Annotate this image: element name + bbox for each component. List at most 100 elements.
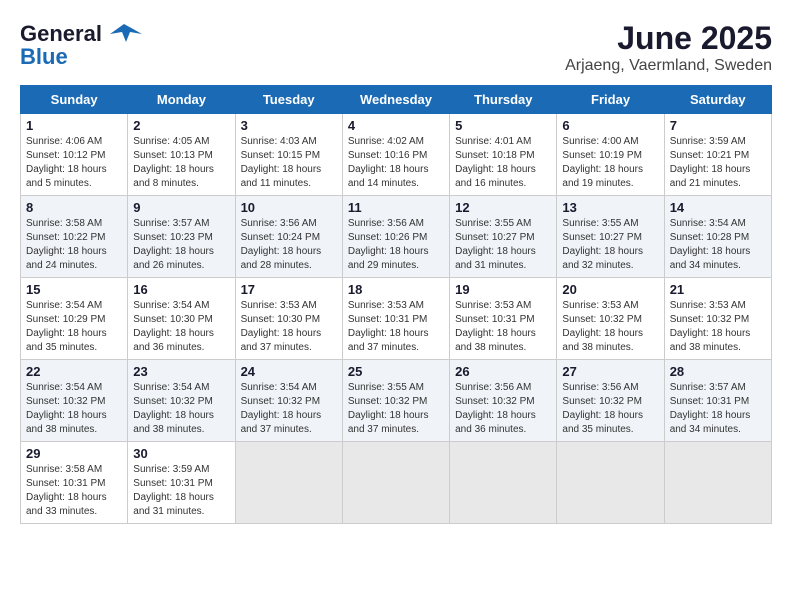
calendar-cell: 17 Sunrise: 3:53 AMSunset: 10:30 PMDaylig…: [235, 278, 342, 360]
day-number: 9: [133, 200, 229, 215]
day-number: 8: [26, 200, 122, 215]
calendar-table: SundayMondayTuesdayWednesdayThursdayFrid…: [20, 85, 772, 524]
day-header-sunday: Sunday: [21, 86, 128, 114]
month-year-title: June 2025: [565, 20, 772, 57]
day-number: 14: [670, 200, 766, 215]
calendar-cell: [557, 442, 664, 524]
calendar-week-row: 22 Sunrise: 3:54 AMSunset: 10:32 PMDaylig…: [21, 360, 772, 442]
day-number: 30: [133, 446, 229, 461]
day-detail: Sunrise: 3:56 AMSunset: 10:32 PMDaylight…: [455, 381, 551, 437]
calendar-cell: 30 Sunrise: 3:59 AMSunset: 10:31 PMDaylig…: [128, 442, 235, 524]
calendar-cell: 4 Sunrise: 4:02 AMSunset: 10:16 PMDayligh…: [342, 114, 449, 196]
logo-bird-icon: [106, 20, 142, 48]
day-header-wednesday: Wednesday: [342, 86, 449, 114]
calendar-cell: 11 Sunrise: 3:56 AMSunset: 10:26 PMDaylig…: [342, 196, 449, 278]
day-detail: Sunrise: 3:56 AMSunset: 10:32 PMDaylight…: [562, 381, 658, 437]
calendar-cell: [235, 442, 342, 524]
calendar-week-row: 29 Sunrise: 3:58 AMSunset: 10:31 PMDaylig…: [21, 442, 772, 524]
day-detail: Sunrise: 4:06 AMSunset: 10:12 PMDaylight…: [26, 135, 122, 191]
calendar-cell: 6 Sunrise: 4:00 AMSunset: 10:19 PMDayligh…: [557, 114, 664, 196]
calendar-cell: 24 Sunrise: 3:54 AMSunset: 10:32 PMDaylig…: [235, 360, 342, 442]
day-detail: Sunrise: 3:53 AMSunset: 10:32 PMDaylight…: [562, 299, 658, 355]
day-header-thursday: Thursday: [450, 86, 557, 114]
day-detail: Sunrise: 3:59 AMSunset: 10:31 PMDaylight…: [133, 463, 229, 519]
day-number: 6: [562, 118, 658, 133]
calendar-cell: 25 Sunrise: 3:55 AMSunset: 10:32 PMDaylig…: [342, 360, 449, 442]
day-header-monday: Monday: [128, 86, 235, 114]
logo-blue-text: Blue: [20, 44, 68, 70]
calendar-cell: 7Sunrise: 3:59 AMSunset: 10:21 PMDayligh…: [664, 114, 771, 196]
day-detail: Sunrise: 3:54 AMSunset: 10:28 PMDaylight…: [670, 217, 766, 273]
day-detail: Sunrise: 3:54 AMSunset: 10:32 PMDaylight…: [133, 381, 229, 437]
day-number: 15: [26, 282, 122, 297]
day-detail: Sunrise: 3:53 AMSunset: 10:30 PMDaylight…: [241, 299, 337, 355]
day-number: 11: [348, 200, 444, 215]
calendar-cell: 15Sunrise: 3:54 AMSunset: 10:29 PMDaylig…: [21, 278, 128, 360]
day-header-saturday: Saturday: [664, 86, 771, 114]
calendar-cell: 27 Sunrise: 3:56 AMSunset: 10:32 PMDaylig…: [557, 360, 664, 442]
calendar-cell: 9 Sunrise: 3:57 AMSunset: 10:23 PMDayligh…: [128, 196, 235, 278]
day-number: 28: [670, 364, 766, 379]
calendar-cell: 23 Sunrise: 3:54 AMSunset: 10:32 PMDaylig…: [128, 360, 235, 442]
day-detail: Sunrise: 3:57 AMSunset: 10:23 PMDaylight…: [133, 217, 229, 273]
calendar-cell: [342, 442, 449, 524]
day-detail: Sunrise: 3:56 AMSunset: 10:26 PMDaylight…: [348, 217, 444, 273]
calendar-cell: 20 Sunrise: 3:53 AMSunset: 10:32 PMDaylig…: [557, 278, 664, 360]
day-detail: Sunrise: 3:54 AMSunset: 10:32 PMDaylight…: [26, 381, 122, 437]
day-header-tuesday: Tuesday: [235, 86, 342, 114]
calendar-cell: 1 Sunrise: 4:06 AMSunset: 10:12 PMDayligh…: [21, 114, 128, 196]
day-number: 3: [241, 118, 337, 133]
title-block: June 2025 Arjaeng, Vaermland, Sweden: [565, 20, 772, 75]
calendar-week-row: 8 Sunrise: 3:58 AMSunset: 10:22 PMDayligh…: [21, 196, 772, 278]
day-detail: Sunrise: 3:55 AMSunset: 10:32 PMDaylight…: [348, 381, 444, 437]
calendar-week-row: 1 Sunrise: 4:06 AMSunset: 10:12 PMDayligh…: [21, 114, 772, 196]
calendar-cell: 5 Sunrise: 4:01 AMSunset: 10:18 PMDayligh…: [450, 114, 557, 196]
day-detail: Sunrise: 4:02 AMSunset: 10:16 PMDaylight…: [348, 135, 444, 191]
day-detail: Sunrise: 3:53 AMSunset: 10:32 PMDaylight…: [670, 299, 766, 355]
day-number: 5: [455, 118, 551, 133]
calendar-cell: 2Sunrise: 4:05 AMSunset: 10:13 PMDayligh…: [128, 114, 235, 196]
day-number: 16: [133, 282, 229, 297]
day-detail: Sunrise: 3:58 AMSunset: 10:22 PMDaylight…: [26, 217, 122, 273]
day-number: 21: [670, 282, 766, 297]
calendar-cell: 16 Sunrise: 3:54 AMSunset: 10:30 PMDaylig…: [128, 278, 235, 360]
calendar-cell: 19Sunrise: 3:53 AMSunset: 10:31 PMDaylig…: [450, 278, 557, 360]
day-detail: Sunrise: 3:53 AMSunset: 10:31 PMDaylight…: [348, 299, 444, 355]
calendar-cell: 8 Sunrise: 3:58 AMSunset: 10:22 PMDayligh…: [21, 196, 128, 278]
day-number: 22: [26, 364, 122, 379]
calendar-cell: [664, 442, 771, 524]
calendar-cell: 13Sunrise: 3:55 AMSunset: 10:27 PMDaylig…: [557, 196, 664, 278]
day-detail: Sunrise: 4:01 AMSunset: 10:18 PMDaylight…: [455, 135, 551, 191]
day-number: 4: [348, 118, 444, 133]
day-number: 19: [455, 282, 551, 297]
day-detail: Sunrise: 4:00 AMSunset: 10:19 PMDaylight…: [562, 135, 658, 191]
calendar-cell: 12Sunrise: 3:55 AMSunset: 10:27 PMDaylig…: [450, 196, 557, 278]
calendar-cell: 26 Sunrise: 3:56 AMSunset: 10:32 PMDaylig…: [450, 360, 557, 442]
day-number: 17: [241, 282, 337, 297]
day-number: 2: [133, 118, 229, 133]
day-detail: Sunrise: 4:03 AMSunset: 10:15 PMDaylight…: [241, 135, 337, 191]
day-number: 26: [455, 364, 551, 379]
day-number: 13: [562, 200, 658, 215]
calendar-cell: 22 Sunrise: 3:54 AMSunset: 10:32 PMDaylig…: [21, 360, 128, 442]
day-number: 27: [562, 364, 658, 379]
day-number: 20: [562, 282, 658, 297]
calendar-header-row: SundayMondayTuesdayWednesdayThursdayFrid…: [21, 86, 772, 114]
day-detail: Sunrise: 3:57 AMSunset: 10:31 PMDaylight…: [670, 381, 766, 437]
logo: General Blue: [20, 20, 142, 70]
day-number: 23: [133, 364, 229, 379]
day-number: 24: [241, 364, 337, 379]
day-detail: Sunrise: 3:54 AMSunset: 10:32 PMDaylight…: [241, 381, 337, 437]
calendar-week-row: 15Sunrise: 3:54 AMSunset: 10:29 PMDaylig…: [21, 278, 772, 360]
page-header: General Blue June 2025 Arjaeng, Vaermlan…: [20, 20, 772, 75]
calendar-body: 1 Sunrise: 4:06 AMSunset: 10:12 PMDayligh…: [21, 114, 772, 524]
day-number: 18: [348, 282, 444, 297]
day-detail: Sunrise: 3:58 AMSunset: 10:31 PMDaylight…: [26, 463, 122, 519]
day-number: 1: [26, 118, 122, 133]
day-number: 25: [348, 364, 444, 379]
day-detail: Sunrise: 3:54 AMSunset: 10:30 PMDaylight…: [133, 299, 229, 355]
location-subtitle: Arjaeng, Vaermland, Sweden: [565, 57, 772, 75]
calendar-cell: 28 Sunrise: 3:57 AMSunset: 10:31 PMDaylig…: [664, 360, 771, 442]
day-number: 29: [26, 446, 122, 461]
calendar-cell: 21 Sunrise: 3:53 AMSunset: 10:32 PMDaylig…: [664, 278, 771, 360]
